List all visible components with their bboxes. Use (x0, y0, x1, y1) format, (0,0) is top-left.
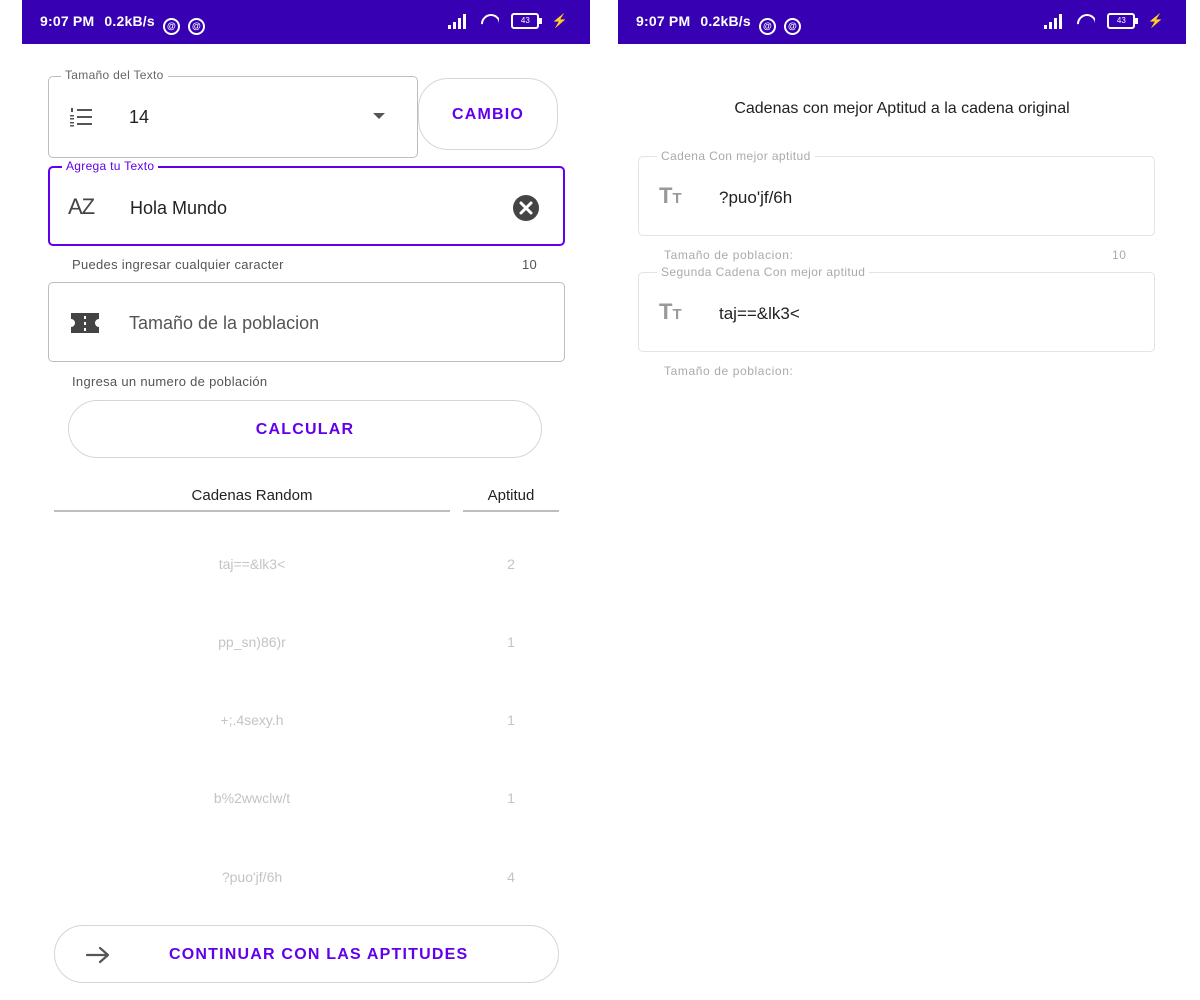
sync-icon: @ (758, 18, 776, 35)
text-input-value: Hola Mundo (130, 198, 228, 218)
table-cell-fitness: 1 (507, 790, 515, 806)
table-cell-string: pp_sn)86)r (218, 634, 286, 650)
table-cell-fitness: 2 (507, 556, 515, 572)
continue-button[interactable]: CONTINUAR CON LAS APTITUDES (54, 925, 559, 983)
table-cell-string: +;.4sexy.h (220, 712, 284, 728)
best-string-value: ?puo'jf/6h (719, 188, 793, 207)
status-bar: 9:07 PM 0.2kB/s @ @ 43 ⚡ (618, 0, 1186, 44)
second-string-helper: Tamaño de poblacion: (664, 364, 794, 378)
best-string-field: Cadena Con mejor aptitud TT ?puo'jf/6h (638, 149, 1155, 236)
calculate-button[interactable]: CALCULAR (68, 400, 542, 458)
status-time: 9:07 PM (636, 13, 691, 29)
sort-az-icon: AZ (68, 194, 95, 219)
arrow-drop-down-icon[interactable] (371, 111, 387, 121)
status-time: 9:07 PM (40, 13, 95, 29)
best-string-label: Cadena Con mejor aptitud (657, 149, 815, 163)
table-cell-fitness: 1 (507, 634, 515, 650)
best-string-helper: Tamaño de poblacion: (664, 248, 794, 262)
ticket-icon (71, 313, 99, 333)
continue-button-label: CONTINUAR CON LAS APTITUDES (169, 946, 469, 963)
best-string-helper-value: 10 (1112, 248, 1127, 262)
table-cell-string: b%2wwclw/t (213, 790, 291, 806)
table-cell-fitness: 1 (507, 712, 515, 728)
column-divider-strings (54, 510, 450, 512)
sync-icon-2: @ (784, 18, 802, 35)
second-string-label: Segunda Cadena Con mejor aptitud (657, 265, 870, 279)
second-string-value: taj==&lk3< (719, 304, 800, 323)
network-speed: 0.2kB/s (700, 13, 751, 29)
population-input-helper: Ingresa un numero de población (72, 374, 268, 389)
text-size-value: 14 (129, 107, 150, 127)
charging-icon: ⚡ (551, 12, 568, 28)
screen-input: 9:07 PM 0.2kB/s @ @ 43 ⚡ Tamaño del Text… (22, 0, 590, 1000)
sync-icon: @ (162, 18, 180, 35)
signal-icon (1044, 13, 1066, 29)
change-button[interactable]: CAMBIO (418, 78, 558, 150)
text-input-counter: 10 (522, 257, 538, 272)
format-size-icon: TT (659, 183, 682, 208)
charging-icon: ⚡ (1147, 12, 1164, 28)
arrow-right-icon (85, 946, 110, 964)
column-header-fitness: Aptitud (487, 487, 535, 504)
second-string-field: Segunda Cadena Con mejor aptitud TT taj=… (638, 265, 1155, 352)
results-title: Cadenas con mejor Aptitud a la cadena or… (734, 100, 1070, 117)
battery-icon: 43 (511, 12, 543, 29)
column-header-strings: Cadenas Random (191, 487, 313, 504)
cancel-circle-icon[interactable] (512, 194, 540, 222)
format-size-icon: TT (659, 299, 682, 324)
text-size-dropdown[interactable]: Tamaño del Texto 14 (48, 68, 418, 158)
battery-icon: 43 (1107, 12, 1139, 29)
sync-icon-2: @ (188, 18, 206, 35)
text-input-label: Agrega tu Texto (62, 159, 159, 173)
screen-results: 9:07 PM 0.2kB/s @ @ 43 ⚡ Cadenas con mej… (618, 0, 1186, 1000)
column-divider-fitness (463, 510, 559, 512)
wifi-icon (1077, 14, 1095, 28)
format-list-numbered-icon (70, 108, 92, 127)
text-input-field[interactable]: Agrega tu Texto AZ Hola Mundo (48, 159, 565, 246)
status-bar: 9:07 PM 0.2kB/s @ @ 43 ⚡ (22, 0, 590, 44)
signal-icon (448, 13, 470, 29)
wifi-icon (481, 14, 499, 28)
table-cell-string: taj==&lk3< (218, 556, 286, 572)
text-size-label: Tamaño del Texto (61, 68, 168, 82)
text-input-helper: Puedes ingresar cualquier caracter (72, 257, 284, 272)
network-speed: 0.2kB/s (104, 13, 155, 29)
population-input-placeholder: Tamaño de la poblacion (129, 313, 320, 333)
table-cell-string: ?puo'jf/6h (221, 869, 283, 885)
table-cell-fitness: 4 (507, 869, 515, 885)
population-input-field[interactable]: Tamaño de la poblacion (48, 282, 565, 362)
